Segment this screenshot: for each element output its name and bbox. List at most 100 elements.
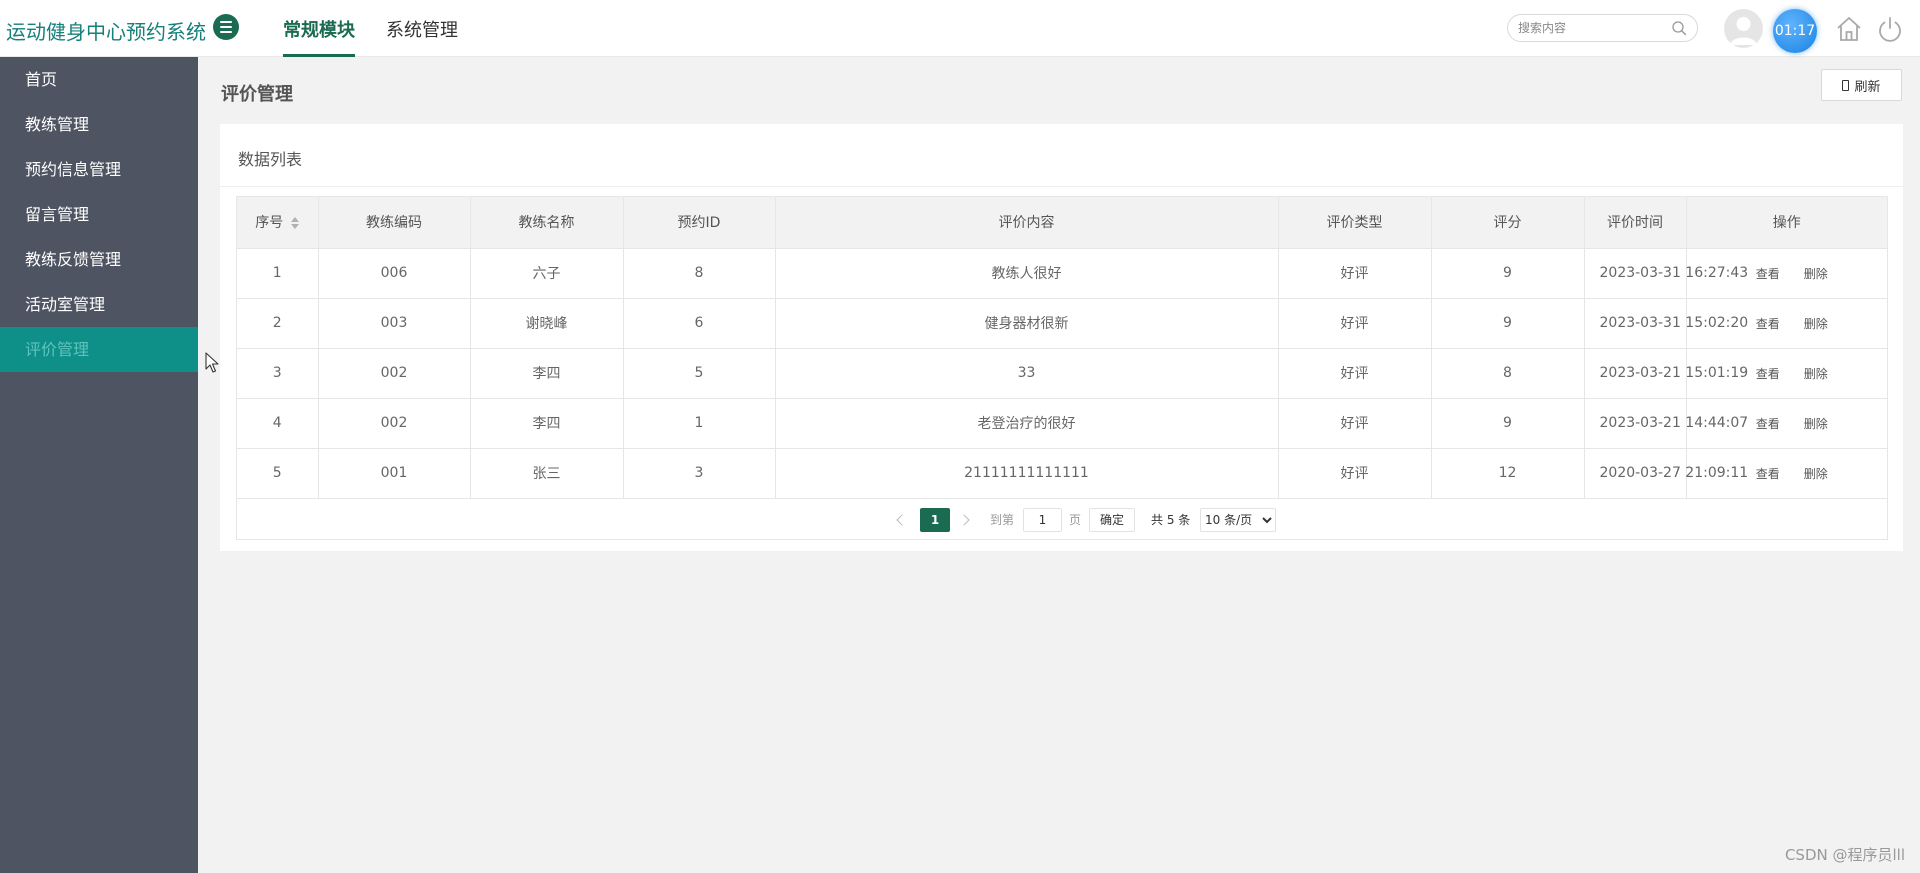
column-header-content: 评价内容: [775, 197, 1279, 249]
sidebar-item-message-management[interactable]: 留言管理: [0, 192, 198, 237]
cell-booking-id: 6: [623, 298, 776, 349]
table-row: 3 002 李四 5 33 好评 8 2023-03-21 15:01:19 查…: [237, 348, 1887, 399]
delete-button[interactable]: 删除: [1804, 467, 1828, 481]
reviews-table: 序号 教练编码 教练名称 预约ID 评价内容 评价类型 评分 评价时间 操作 1…: [237, 197, 1887, 499]
sidebar-item-home[interactable]: 首页: [0, 57, 198, 102]
prev-page-icon[interactable]: [893, 508, 909, 532]
cell-content: 健身器材很新: [775, 298, 1279, 349]
column-header-actions: 操作: [1686, 197, 1887, 249]
refresh-label: 刷新: [1854, 79, 1881, 95]
column-header-score: 评分: [1431, 197, 1585, 249]
cell-booking-id: 5: [623, 348, 776, 399]
cell-time: 2023-03-21 14:44:07: [1584, 398, 1748, 449]
cell-type: 好评: [1278, 398, 1432, 449]
view-button[interactable]: 查看: [1756, 417, 1780, 431]
table-row: 1 006 六子 8 教练人很好 好评 9 2023-03-31 16:27:4…: [237, 248, 1887, 299]
cell-content: 33: [775, 348, 1279, 399]
column-header-coach-name: 教练名称: [470, 197, 624, 249]
view-button[interactable]: 查看: [1756, 367, 1780, 381]
column-header-time: 评价时间: [1584, 197, 1687, 249]
cell-coach-code: 002: [318, 348, 471, 399]
cell-content: 教练人很好: [775, 248, 1279, 299]
next-page-icon[interactable]: [958, 508, 974, 532]
cell-index: 5: [237, 448, 319, 499]
cell-type: 好评: [1278, 448, 1432, 499]
sidebar-item-feedback-management[interactable]: 教练反馈管理: [0, 237, 198, 282]
refresh-button[interactable]: 刷新: [1821, 69, 1902, 101]
cell-coach-code: 006: [318, 248, 471, 299]
data-list-card: 数据列表 序号 教练编码 教练名称 预约ID 评价内容 评价类型 评分 评价时间…: [220, 124, 1903, 551]
column-header-coach-code: 教练编码: [318, 197, 471, 249]
sidebar-item-review-management[interactable]: 评价管理: [0, 327, 198, 372]
delete-button[interactable]: 删除: [1804, 367, 1828, 381]
sort-icon[interactable]: [291, 217, 300, 230]
column-header-booking-id: 预约ID: [623, 197, 776, 249]
card-divider: [220, 186, 1903, 187]
cell-booking-id: 8: [623, 248, 776, 299]
cell-coach-name: 谢晓峰: [470, 298, 624, 349]
sidebar-item-activity-room-management[interactable]: 活动室管理: [0, 282, 198, 327]
search-box: [1507, 14, 1698, 42]
tab-system-management[interactable]: 系统管理: [386, 16, 458, 42]
table-row: 4 002 李四 1 老登治疗的很好 好评 9 2023-03-21 14:44…: [237, 398, 1887, 449]
cell-index: 3: [237, 348, 319, 399]
cell-coach-code: 002: [318, 398, 471, 449]
view-button[interactable]: 查看: [1756, 317, 1780, 331]
sidebar-item-coach-management[interactable]: 教练管理: [0, 102, 198, 147]
delete-button[interactable]: 删除: [1804, 417, 1828, 431]
view-button[interactable]: 查看: [1756, 267, 1780, 281]
cell-score: 12: [1431, 448, 1585, 499]
cell-time: 2023-03-21 15:01:19: [1584, 348, 1748, 399]
cell-score: 8: [1431, 348, 1585, 399]
cell-booking-id: 1: [623, 398, 776, 449]
column-header-type: 评价类型: [1278, 197, 1432, 249]
data-table-wrapper: 序号 教练编码 教练名称 预约ID 评价内容 评价类型 评分 评价时间 操作 1…: [236, 196, 1888, 540]
top-header: 运动健身中心预约系统 常规模块 系统管理 01:17: [0, 0, 1920, 57]
cell-coach-name: 李四: [470, 398, 624, 449]
cell-content: 21111111111111: [775, 448, 1279, 499]
goto-confirm-button[interactable]: 确定: [1089, 508, 1136, 532]
cell-coach-code: 003: [318, 298, 471, 349]
page-suffix-label: 页: [1069, 513, 1082, 527]
goto-label: 到第: [990, 513, 1015, 527]
cell-index: 2: [237, 298, 319, 349]
cell-index: 4: [237, 398, 319, 449]
delete-button[interactable]: 删除: [1804, 267, 1828, 281]
power-icon[interactable]: [1876, 15, 1904, 43]
sidebar-item-booking-management[interactable]: 预约信息管理: [0, 147, 198, 192]
view-button[interactable]: 查看: [1756, 467, 1780, 481]
cell-coach-name: 李四: [470, 348, 624, 399]
page-size-select[interactable]: 10 条/页: [1200, 508, 1276, 532]
search-icon[interactable]: [1671, 20, 1687, 36]
mouse-cursor-icon: [205, 352, 219, 373]
cell-coach-name: 六子: [470, 248, 624, 299]
cell-index: 1: [237, 248, 319, 299]
cell-coach-code: 001: [318, 448, 471, 499]
cell-score: 9: [1431, 248, 1585, 299]
user-icon: [1730, 17, 1757, 45]
search-input[interactable]: [1518, 19, 1668, 37]
table-header-row: 序号 教练编码 教练名称 预约ID 评价内容 评价类型 评分 评价时间 操作: [237, 197, 1887, 249]
pagination: 1 到第 页 确定 共 5 条 10 条/页: [237, 498, 1887, 538]
table-row: 2 003 谢晓峰 6 健身器材很新 好评 9 2023-03-31 15:02…: [237, 298, 1887, 349]
goto-page-input[interactable]: [1023, 508, 1062, 532]
cell-time: 2020-03-27 21:09:11: [1584, 448, 1748, 499]
column-header-index[interactable]: 序号: [237, 197, 319, 249]
clock-badge: 01:17: [1773, 9, 1817, 53]
table-row: 5 001 张三 3 21111111111111 好评 12 2020-03-…: [237, 448, 1887, 499]
user-avatar[interactable]: [1724, 9, 1763, 48]
cell-booking-id: 3: [623, 448, 776, 499]
tab-regular-module[interactable]: 常规模块: [283, 16, 355, 42]
menu-toggle-icon[interactable]: [213, 14, 239, 40]
cell-time: 2023-03-31 15:02:20: [1584, 298, 1748, 349]
cell-score: 9: [1431, 398, 1585, 449]
card-title: 数据列表: [238, 150, 303, 169]
home-icon[interactable]: [1835, 15, 1863, 43]
cell-content: 老登治疗的很好: [775, 398, 1279, 449]
cell-time: 2023-03-31 16:27:43: [1584, 248, 1748, 299]
cell-type: 好评: [1278, 248, 1432, 299]
app-title: 运动健身中心预约系统: [6, 20, 206, 44]
current-page-button[interactable]: 1: [920, 508, 950, 532]
delete-button[interactable]: 删除: [1804, 317, 1828, 331]
refresh-icon: [1842, 79, 1850, 91]
